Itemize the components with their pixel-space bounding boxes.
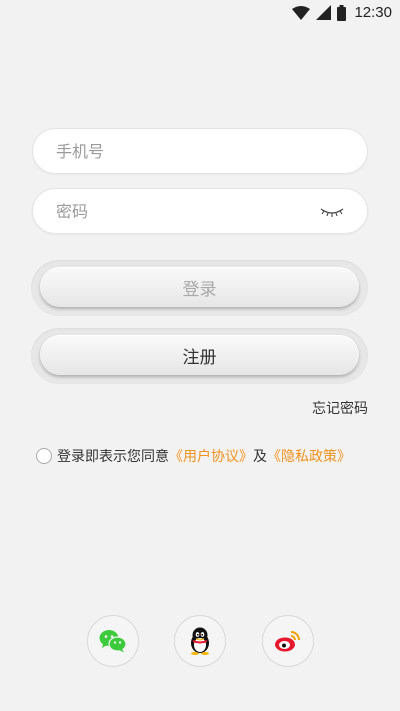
agreement-conjunction: 及 [253,449,267,465]
wifi-icon [292,5,311,20]
battery-icon [337,4,347,21]
password-input[interactable] [54,200,308,222]
status-icons: 12:30 [292,4,392,21]
wechat-login-button[interactable] [87,615,139,667]
wechat-icon [99,630,127,653]
phone-field[interactable] [32,128,368,174]
phone-input[interactable] [54,140,308,162]
privacy-policy-link[interactable]: 《隐私政策》 [267,446,351,466]
agreement-row: 登录即表示您同意 《用户协议》 及 《隐私政策》 [36,446,351,466]
user-agreement-link[interactable]: 《用户协议》 [169,446,253,466]
signal-icon [316,5,332,20]
eye-closed-icon[interactable] [319,202,345,220]
agreement-checkbox[interactable] [36,448,52,464]
status-bar: 12:30 [0,0,400,26]
qq-login-button[interactable] [174,615,226,667]
register-button[interactable]: 注册 [40,335,359,375]
password-field[interactable] [32,188,368,234]
agreement-prefix: 登录即表示您同意 [57,449,169,465]
weibo-icon [275,631,300,652]
forgot-password-link[interactable]: 忘记密码 [312,398,368,418]
login-button[interactable]: 登录 [40,267,359,307]
login-button-container: 登录 [31,260,368,316]
weibo-login-button[interactable] [262,615,314,667]
qq-penguin-icon [191,627,209,655]
status-time: 12:30 [354,4,392,21]
register-button-container: 注册 [31,328,368,384]
